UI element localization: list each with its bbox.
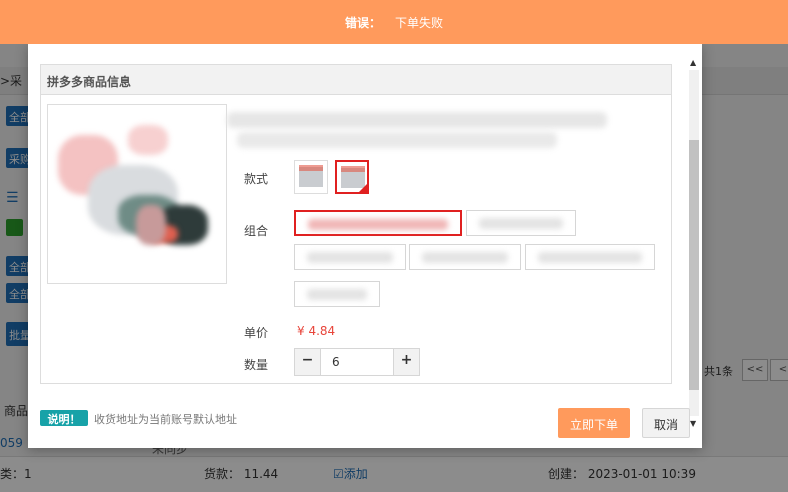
combo-option-1-selected[interactable] [294,210,462,236]
error-banner: 错误： 下单失败 [0,0,788,44]
quantity-input[interactable] [322,349,392,375]
price-label: 单价 [244,326,269,340]
quantity-decrement-button[interactable]: − [295,349,321,375]
selected-check-icon [358,183,368,193]
product-title-blurred [227,112,607,128]
note-text: 收货地址为当前账号默认地址 [94,413,237,426]
price-value: ¥ 4.84 [297,324,336,338]
order-dialog: ▲ ▼ 拼多多商品信息 款式 组合 单价 ¥ 4.84 数量 − 6 + 说明！… [28,44,702,448]
quantity-increment-button[interactable]: + [393,349,419,375]
error-label: 错误： [344,16,381,30]
panel-title: 拼多多商品信息 [41,65,671,95]
combo-option-5[interactable] [525,244,655,270]
combo-option-4[interactable] [409,244,521,270]
scroll-down-icon[interactable]: ▼ [690,419,696,428]
scroll-up-icon[interactable]: ▲ [690,58,696,67]
combo-label: 组合 [244,224,269,238]
style-label: 款式 [244,172,269,186]
product-info-panel: 拼多多商品信息 款式 组合 单价 ¥ 4.84 数量 − 6 + [40,64,672,384]
scroll-thumb[interactable] [689,140,699,390]
quantity-label: 数量 [244,358,269,372]
product-image [47,104,227,284]
place-order-button[interactable]: 立即下单 [558,408,630,438]
dialog-scrollbar[interactable]: ▲ ▼ [688,58,700,428]
cancel-button[interactable]: 取消 [642,408,690,438]
combo-option-6[interactable] [294,281,380,307]
error-message: 下单失败 [395,16,444,30]
note-badge: 说明！ [40,410,88,426]
style-option-1[interactable] [294,160,328,194]
combo-option-3[interactable] [294,244,406,270]
product-title-blurred-2 [237,132,557,148]
style-option-2-selected[interactable] [335,160,369,194]
quantity-stepper: − + [294,348,420,376]
combo-option-2[interactable] [466,210,576,236]
